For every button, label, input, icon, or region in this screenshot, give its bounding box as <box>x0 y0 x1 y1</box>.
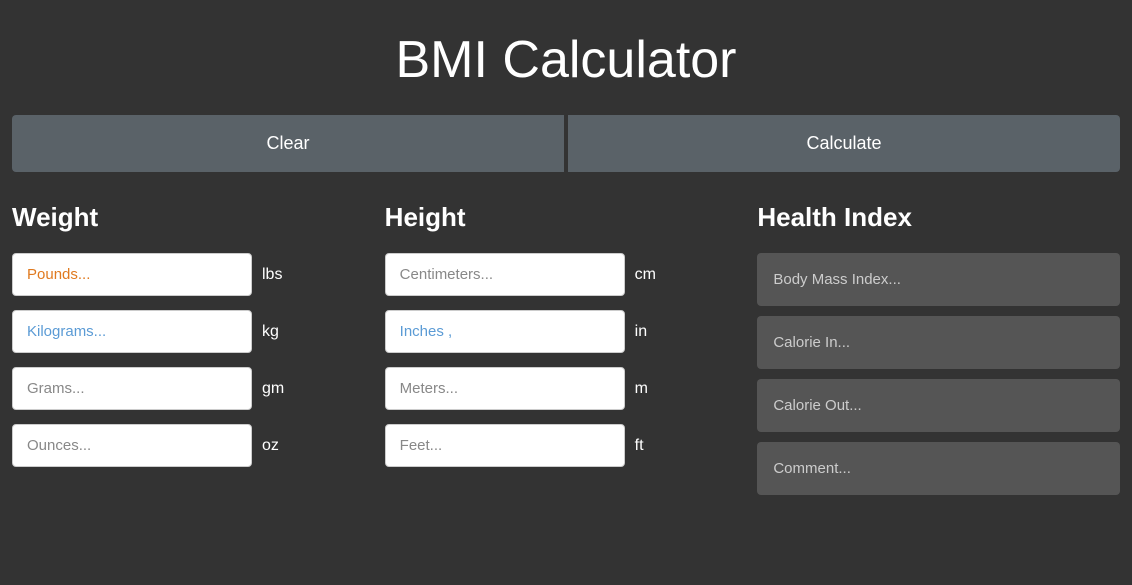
pounds-unit: lbs <box>262 266 292 284</box>
calorie-in-box: Calorie In... <box>757 316 1120 369</box>
page-title: BMI Calculator <box>0 0 1132 115</box>
button-bar: Clear Calculate <box>0 115 1132 172</box>
height-centimeters-row: cm <box>385 253 748 296</box>
main-content: Weight lbs kg gm oz Height cm in <box>0 202 1132 505</box>
height-inches-row: in <box>385 310 748 353</box>
height-feet-row: ft <box>385 424 748 467</box>
feet-input[interactable] <box>385 424 625 467</box>
health-index-section: Health Index Body Mass Index... Calorie … <box>757 202 1120 505</box>
calculate-button[interactable]: Calculate <box>568 115 1120 172</box>
centimeters-unit: cm <box>635 266 665 284</box>
height-section: Height cm in m ft <box>385 202 758 505</box>
weight-grams-row: gm <box>12 367 375 410</box>
weight-pounds-row: lbs <box>12 253 375 296</box>
ounces-unit: oz <box>262 437 292 455</box>
centimeters-input[interactable] <box>385 253 625 296</box>
comment-box: Comment... <box>757 442 1120 495</box>
grams-unit: gm <box>262 380 292 398</box>
meters-unit: m <box>635 380 665 398</box>
health-index-title: Health Index <box>757 202 1120 233</box>
weight-ounces-row: oz <box>12 424 375 467</box>
grams-input[interactable] <box>12 367 252 410</box>
bmi-box: Body Mass Index... <box>757 253 1120 306</box>
kilograms-unit: kg <box>262 323 292 341</box>
clear-button[interactable]: Clear <box>12 115 564 172</box>
weight-section: Weight lbs kg gm oz <box>12 202 385 505</box>
kilograms-input[interactable] <box>12 310 252 353</box>
feet-unit: ft <box>635 437 665 455</box>
meters-input[interactable] <box>385 367 625 410</box>
weight-kilograms-row: kg <box>12 310 375 353</box>
height-meters-row: m <box>385 367 748 410</box>
ounces-input[interactable] <box>12 424 252 467</box>
weight-section-title: Weight <box>12 202 375 233</box>
inches-unit: in <box>635 323 665 341</box>
calorie-out-box: Calorie Out... <box>757 379 1120 432</box>
pounds-input[interactable] <box>12 253 252 296</box>
inches-input[interactable] <box>385 310 625 353</box>
height-section-title: Height <box>385 202 748 233</box>
